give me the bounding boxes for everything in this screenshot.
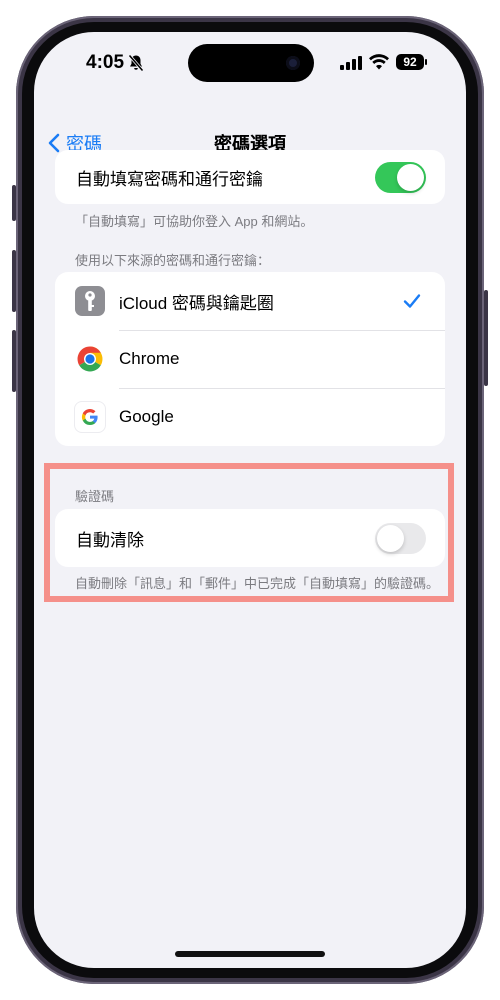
signal-icon <box>340 56 362 70</box>
camera-icon <box>286 56 300 70</box>
navigation-bar: 密碼 密碼選項 <box>34 92 466 154</box>
power-button <box>484 290 488 386</box>
highlight-box <box>44 463 454 602</box>
volume-up-button <box>12 250 16 312</box>
side-button <box>12 185 16 221</box>
home-indicator[interactable] <box>175 951 325 957</box>
status-bar: 4:05 92 <box>34 32 466 92</box>
source-label: Chrome <box>119 349 180 368</box>
status-time: 4:05 <box>86 52 125 73</box>
bell-slash-icon <box>128 54 144 72</box>
sources-header: 使用以下來源的密碼和通行密鑰： <box>75 253 271 268</box>
autofill-toggle[interactable] <box>375 162 426 193</box>
source-item-icloud[interactable]: iCloud 密碼與鑰匙圈 <box>55 272 445 330</box>
autofill-label: 自動填寫密碼和通行密鑰 <box>76 169 263 189</box>
battery-icon: 92 <box>396 54 424 70</box>
dynamic-island <box>188 44 314 82</box>
google-icon <box>75 402 105 432</box>
autofill-card: 自動填寫密碼和通行密鑰 <box>55 150 445 204</box>
source-item-google[interactable]: Google <box>55 388 445 446</box>
source-label: iCloud 密碼與鑰匙圈 <box>119 293 274 313</box>
battery-tip <box>425 59 427 65</box>
source-item-chrome[interactable]: Chrome <box>55 330 445 388</box>
screen: 4:05 92 密碼 密碼選項 自動填寫密碼和通行密鑰 「自動填寫」可協助你登入… <box>34 32 466 968</box>
key-icon <box>75 286 105 316</box>
toggle-knob <box>397 164 424 191</box>
wifi-icon <box>369 54 389 70</box>
source-label: Google <box>119 407 174 426</box>
autofill-footer: 「自動填寫」可協助你登入 App 和網站。 <box>75 214 314 229</box>
sources-card: iCloud 密碼與鑰匙圈 Chrome Google <box>55 272 445 446</box>
volume-down-button <box>12 330 16 392</box>
autofill-row: 自動填寫密碼和通行密鑰 <box>55 150 445 204</box>
chrome-icon <box>75 344 105 374</box>
checkmark-icon <box>403 294 421 308</box>
